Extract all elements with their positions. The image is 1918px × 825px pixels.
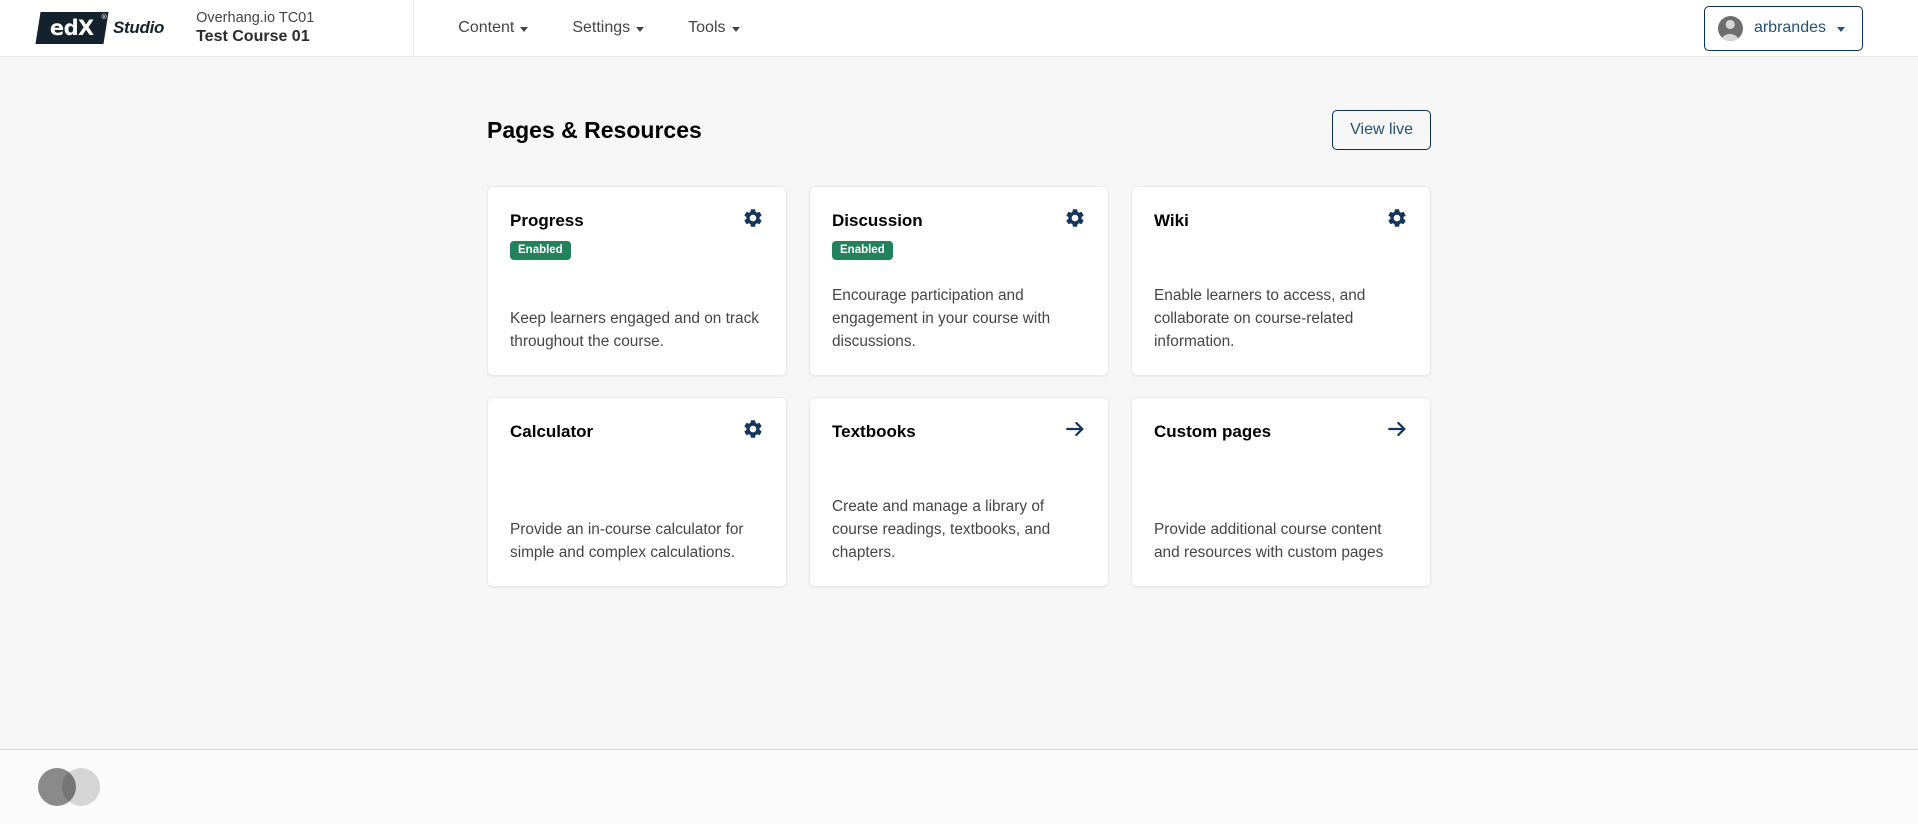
status-badge: Enabled <box>510 241 571 261</box>
user-avatar-icon <box>1717 15 1743 41</box>
gear-icon[interactable] <box>742 207 764 229</box>
card-header: Calculator <box>510 420 764 442</box>
nav-item-label: Content <box>458 19 515 36</box>
course-org: Overhang.io TC01 <box>196 9 315 26</box>
gear-icon[interactable] <box>1386 207 1408 229</box>
card-title: Custom pages <box>1154 422 1272 441</box>
card-title: Calculator <box>510 422 594 441</box>
edx-logo-text: edX <box>50 15 94 40</box>
card-title: Discussion <box>832 211 923 230</box>
studio-wordmark: Studio <box>113 18 165 37</box>
card-description: Enable learners to access, and collabora… <box>1154 286 1366 350</box>
card-wiki[interactable]: Wiki Enable learners to access, and coll… <box>1131 186 1431 376</box>
app-footer <box>0 750 1918 824</box>
edx-logo-icon: edX ® <box>35 12 109 44</box>
view-live-button[interactable]: View live <box>1332 110 1431 150</box>
header-right: arbrandes <box>1703 5 1918 51</box>
nav-item-settings[interactable]: Settings <box>550 0 666 56</box>
registered-mark: ® <box>100 13 107 21</box>
card-description: Create and manage a library of course re… <box>832 497 1051 561</box>
nav-item-label: Tools <box>688 19 726 36</box>
card-header: Progress <box>510 209 764 231</box>
card-calculator[interactable]: Calculator Provide an in-course calculat… <box>487 397 787 587</box>
card-textbooks[interactable]: Textbooks Create and manage a library of… <box>809 397 1109 587</box>
page-title: Pages & Resources <box>487 116 702 143</box>
arrow-right-icon[interactable] <box>1386 418 1408 440</box>
pages-resources-grid: Progress Enabled Keep learners engaged a… <box>487 186 1431 587</box>
card-header: Textbooks <box>832 421 1086 442</box>
chevron-down-icon <box>1837 26 1845 32</box>
user-name-label: arbrandes <box>1753 19 1826 36</box>
course-info: Overhang.io TC01 Test Course 01 <box>196 9 314 47</box>
main-nav: Content Settings Tools <box>414 0 761 56</box>
circle-light <box>62 768 100 806</box>
card-header: Discussion <box>832 209 1086 231</box>
page-header: Pages & Resources View live <box>487 57 1431 150</box>
card-progress[interactable]: Progress Enabled Keep learners engaged a… <box>487 186 787 376</box>
card-description: Encourage participation and engagement i… <box>832 286 1051 350</box>
nav-item-label: Settings <box>572 19 631 36</box>
app-header: edX ® Studio Overhang.io TC01 Test Cours… <box>0 0 1918 57</box>
chevron-down-icon <box>636 26 645 32</box>
card-description: Provide an in-course calculator for simp… <box>510 520 744 561</box>
gear-icon[interactable] <box>1064 207 1086 229</box>
course-name: Test Course 01 <box>196 28 310 46</box>
chevron-down-icon <box>520 26 529 32</box>
card-title: Wiki <box>1154 211 1189 230</box>
nav-item-content[interactable]: Content <box>436 0 550 56</box>
brand-logo[interactable]: edX ® Studio <box>0 0 164 56</box>
card-description: Keep learners engaged and on track throu… <box>510 309 759 350</box>
card-title: Progress <box>510 211 584 230</box>
main-content: Pages & Resources View live Progress Ena… <box>0 57 1918 750</box>
card-header: Wiki <box>1154 209 1408 231</box>
arrow-right-icon[interactable] <box>1064 418 1086 440</box>
card-discussion[interactable]: Discussion Enabled Encourage participati… <box>809 186 1109 376</box>
gear-icon[interactable] <box>742 418 764 440</box>
user-menu-button[interactable]: arbrandes <box>1703 5 1863 51</box>
card-header: Custom pages <box>1154 421 1408 442</box>
nav-item-tools[interactable]: Tools <box>666 0 761 56</box>
card-description: Provide additional course content and re… <box>1154 520 1384 561</box>
status-badge: Enabled <box>832 241 893 261</box>
card-title: Textbooks <box>832 422 916 441</box>
chevron-down-icon <box>731 26 740 32</box>
card-custom-pages[interactable]: Custom pages Provide additional course c… <box>1131 397 1431 587</box>
overlapping-circles-icon[interactable] <box>38 768 100 806</box>
